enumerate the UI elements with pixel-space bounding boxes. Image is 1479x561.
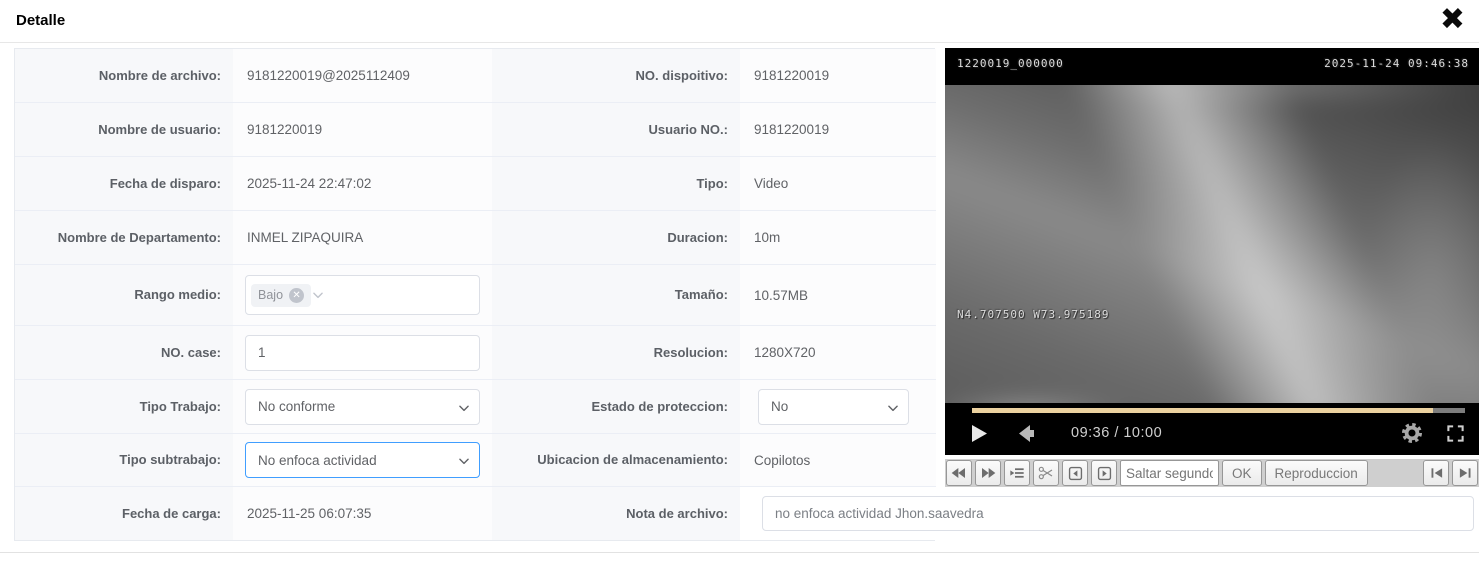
video-id-overlay: 1220019_000000 [957,57,1064,70]
settings-button[interactable] [1402,423,1422,443]
label-no-dispositivo: NO. dispoitivo: [492,49,740,103]
label-ubicacion: Ubicacion de almacenamiento: [492,434,740,487]
rewind-icon [951,466,967,480]
skip-start-icon [1429,466,1444,480]
no-case-input[interactable] [245,334,480,371]
tipo-subtrabajo-select[interactable]: No enfoca actividad [245,442,480,478]
chevron-down-icon [311,288,325,302]
speaker-icon [1018,424,1035,442]
video-progress-bar[interactable] [972,408,1465,413]
label-tipo-subtrabajo: Tipo subtrabajo: [15,434,233,487]
playlist-button[interactable] [1004,460,1030,486]
value-nombre-archivo: 9181220019@2025112409 [233,49,492,103]
value-no-dispositivo: 9181220019 [740,49,936,103]
clip-button[interactable] [1033,460,1059,486]
value-tipo: Video [740,157,936,211]
tipo-subtrabajo-value: No enfoca actividad [258,452,377,468]
value-usuario-no: 9181220019 [740,103,936,157]
cell-rango-medio: Bajo ✕ [233,265,492,326]
video-player[interactable]: 1220019_000000 2025-11-24 09:46:38 N4.70… [945,48,1479,455]
cell-tipo-trabajo: No conforme [233,380,492,434]
skip-end-icon [1458,466,1473,480]
skip-start-button[interactable] [1423,460,1449,486]
video-toolbar: OK Reproduccion [945,459,1479,487]
value-duracion: 10m [740,211,936,265]
fullscreen-button[interactable] [1446,424,1465,443]
detail-form: Nombre de archivo: 9181220019@2025112409… [14,48,1474,541]
label-rango-medio: Rango medio: [15,265,233,326]
gear-icon [1402,423,1422,443]
step-forward-icon [1097,466,1112,481]
rango-medio-tag-label: Bajo [258,288,284,302]
video-frame [945,85,1479,403]
volume-button[interactable] [1018,424,1035,442]
label-usuario-no: Usuario NO.: [492,103,740,157]
label-tipo: Tipo: [492,157,740,211]
header-divider [0,42,1479,43]
label-nota-archivo: Nota de archivo: [492,487,740,540]
play-icon [972,424,987,442]
frame-back-button[interactable] [1062,460,1088,486]
label-resolucion: Resolucion: [492,326,740,380]
nota-archivo-input[interactable] [762,496,1474,531]
cell-tipo-subtrabajo: No enfoca actividad [233,434,492,487]
rewind-button[interactable] [946,460,972,486]
estado-proteccion-select[interactable]: No [758,388,909,425]
chevron-down-icon [457,454,471,468]
rango-medio-tag: Bajo ✕ [251,283,312,307]
value-departamento: INMEL ZIPAQUIRA [233,211,492,265]
reproduccion-button[interactable]: Reproduccion [1264,460,1368,486]
value-fecha-disparo: 2025-11-24 22:47:02 [233,157,492,211]
label-tamano: Tamaño: [492,265,740,326]
value-fecha-carga: 2025-11-25 06:07:35 [233,487,492,540]
label-no-case: NO. case: [15,326,233,380]
cell-no-case [233,326,492,380]
ok-button[interactable]: OK [1222,460,1262,486]
jump-seconds-input[interactable] [1120,460,1219,486]
fullscreen-icon [1446,424,1465,443]
value-tamano: 10.57MB [740,265,936,326]
fast-forward-button[interactable] [975,460,1001,486]
label-fecha-disparo: Fecha de disparo: [15,157,233,211]
step-back-icon [1068,466,1083,481]
label-nombre-usuario: Nombre de usuario: [15,103,233,157]
estado-proteccion-value: No [771,399,789,414]
value-ubicacion: Copilotos [740,434,936,487]
chevron-down-icon [457,401,471,415]
label-tipo-trabajo: Tipo Trabajo: [15,380,233,434]
tipo-trabajo-select[interactable]: No conforme [245,388,480,425]
video-gps-overlay: N4.707500 W73.975189 [957,308,1110,321]
fast-forward-icon [980,466,996,480]
label-departamento: Nombre de Departamento: [15,211,233,265]
cell-nota-archivo [740,487,1474,540]
close-icon[interactable]: ✖ [1440,4,1465,36]
footer-divider [0,552,1479,553]
video-time-display: 09:36 / 10:00 [1071,425,1163,441]
cell-estado-proteccion: No [740,380,936,434]
value-nombre-usuario: 9181220019 [233,103,492,157]
playlist-icon [1009,466,1025,480]
label-estado-proteccion: Estado de proteccion: [492,380,740,434]
play-button[interactable] [972,424,987,442]
value-resolucion: 1280X720 [740,326,936,380]
video-controls: 09:36 / 10:00 [972,417,1465,449]
scissors-icon [1038,465,1054,481]
tag-remove-icon[interactable]: ✕ [289,287,305,303]
frame-forward-button[interactable] [1091,460,1117,486]
label-fecha-carga: Fecha de carga: [15,487,233,540]
skip-end-button[interactable] [1452,460,1478,486]
rango-medio-select[interactable]: Bajo ✕ [245,275,480,315]
tipo-trabajo-value: No conforme [258,399,336,414]
video-timestamp-overlay: 2025-11-24 09:46:38 [1324,57,1469,70]
video-progress-filled [972,408,1433,413]
chevron-down-icon [886,401,900,415]
label-duracion: Duracion: [492,211,740,265]
label-nombre-archivo: Nombre de archivo: [15,49,233,103]
page-title: Detalle [16,12,66,29]
